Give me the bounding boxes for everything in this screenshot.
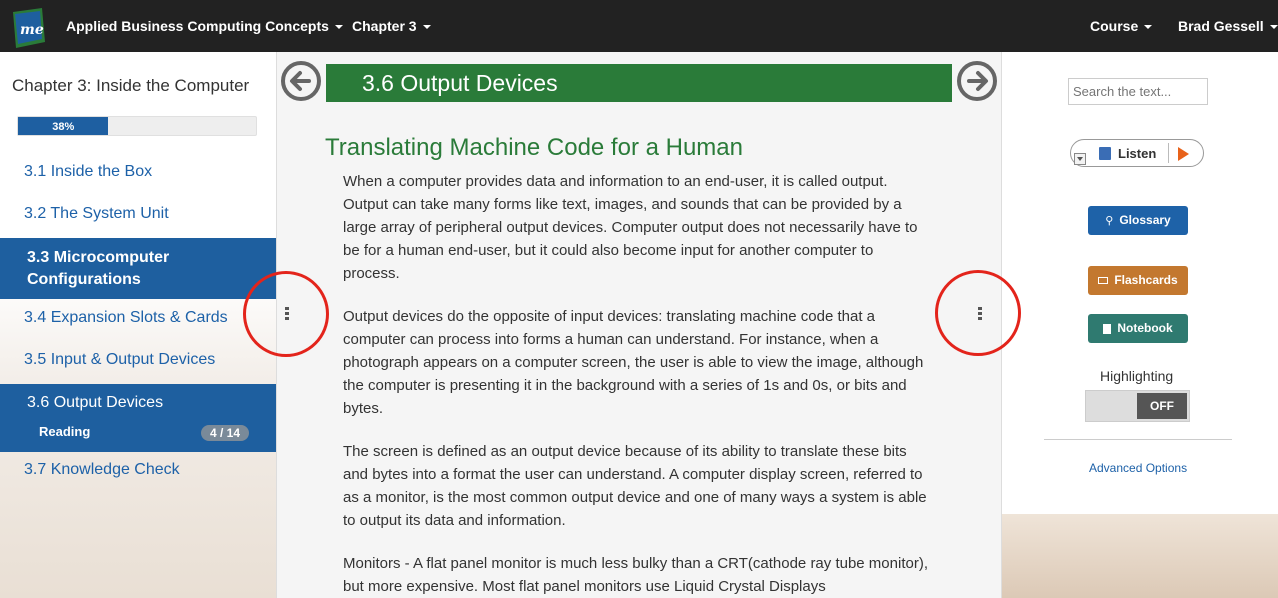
left-panel-resize-handle[interactable] bbox=[285, 307, 289, 322]
user-menu-label: Brad Gessell bbox=[1178, 18, 1264, 34]
notebook-button[interactable]: Notebook bbox=[1088, 314, 1188, 343]
content-paragraph: The screen is defined as an output devic… bbox=[343, 443, 927, 529]
next-page-button[interactable] bbox=[957, 61, 997, 101]
flashcards-label: Flashcards bbox=[1114, 273, 1178, 287]
play-icon[interactable] bbox=[1178, 147, 1189, 161]
content-paragraph: When a computer provides data and inform… bbox=[343, 173, 918, 282]
toc-item-label: 3.2 The System Unit bbox=[24, 205, 169, 222]
top-navbar: me Applied Business Computing Concepts C… bbox=[0, 0, 1278, 52]
course-title-label: Applied Business Computing Concepts bbox=[66, 18, 329, 34]
arrow-right-icon bbox=[967, 71, 988, 91]
chevron-down-icon bbox=[422, 25, 431, 30]
user-menu[interactable]: Brad Gessell bbox=[1178, 0, 1278, 52]
toc-item-label: 3.7 Knowledge Check bbox=[24, 461, 180, 478]
toc-item-3-6-current[interactable]: 3.6 Output Devices Reading 4 / 14 bbox=[0, 384, 276, 452]
logo-text: me bbox=[20, 22, 44, 38]
chevron-down-icon bbox=[334, 25, 343, 30]
listen-label: Listen bbox=[1118, 146, 1157, 161]
chapter-title: Chapter 3: Inside the Computer bbox=[12, 76, 250, 95]
notebook-icon bbox=[1103, 323, 1112, 334]
content-paragraph: Monitors - A flat panel monitor is much … bbox=[343, 555, 928, 595]
chapter-menu-label: Chapter 3 bbox=[352, 18, 417, 34]
app-logo[interactable]: me bbox=[10, 6, 48, 50]
arrow-left-icon bbox=[290, 71, 311, 91]
content-paragraph: Output devices do the opposite of input … bbox=[343, 308, 924, 417]
section-title: 3.6 Output Devices bbox=[326, 64, 952, 102]
chevron-down-icon bbox=[1077, 157, 1083, 161]
listen-control[interactable]: Listen bbox=[1070, 139, 1204, 167]
toc-item-label: 3.6 Output Devices bbox=[27, 394, 164, 411]
toc-item-label: 3.5 Input & Output Devices bbox=[24, 351, 216, 368]
toc-item-3-7[interactable]: 3.7 Knowledge Check bbox=[0, 458, 276, 486]
listen-divider bbox=[1168, 143, 1169, 163]
search-icon: ⚲ bbox=[1105, 215, 1114, 227]
content-subheading: Translating Machine Code for a Human bbox=[325, 134, 743, 161]
toc-item-3-1[interactable]: 3.1 Inside the Box bbox=[0, 160, 276, 188]
glossary-button[interactable]: ⚲ Glossary bbox=[1088, 206, 1188, 235]
listen-options-dropdown[interactable] bbox=[1074, 153, 1086, 165]
toc-item-label: 3.4 Expansion Slots & Cards bbox=[24, 309, 228, 326]
highlighting-state: OFF bbox=[1137, 393, 1187, 419]
chevron-down-icon bbox=[1144, 25, 1153, 30]
toc-sub-label: Reading bbox=[39, 424, 91, 439]
highlighting-label: Highlighting bbox=[1100, 368, 1174, 384]
chapter-progress-bar: 38% bbox=[17, 116, 257, 136]
speaker-icon bbox=[1099, 147, 1111, 160]
flashcard-icon bbox=[1098, 277, 1109, 285]
toc-item-3-4[interactable]: 3.4 Expansion Slots & Cards bbox=[0, 306, 276, 334]
progress-fill: 38% bbox=[18, 117, 109, 135]
highlighting-toggle[interactable]: OFF bbox=[1085, 390, 1190, 422]
search-input[interactable] bbox=[1068, 78, 1208, 105]
course-menu-label: Course bbox=[1090, 18, 1139, 34]
page-count-badge: 4 / 14 bbox=[201, 425, 250, 441]
course-title-menu[interactable]: Applied Business Computing Concepts bbox=[66, 0, 343, 52]
toc-item-3-3[interactable]: 3.3 Microcomputer Configurations bbox=[0, 238, 276, 299]
notebook-label: Notebook bbox=[1117, 321, 1173, 335]
previous-page-button[interactable] bbox=[281, 61, 321, 101]
toc-item-label: 3.1 Inside the Box bbox=[24, 163, 153, 180]
toc-item-3-2[interactable]: 3.2 The System Unit bbox=[0, 202, 276, 230]
toc-item-3-5[interactable]: 3.5 Input & Output Devices bbox=[0, 348, 276, 376]
toc-item-label: 3.3 Microcomputer Configurations bbox=[27, 249, 170, 288]
flashcards-button[interactable]: Flashcards bbox=[1088, 266, 1188, 295]
chevron-down-icon bbox=[1269, 25, 1278, 30]
tools-divider bbox=[1044, 439, 1232, 440]
chapter-menu[interactable]: Chapter 3 bbox=[352, 0, 431, 52]
right-panel-resize-handle[interactable] bbox=[978, 307, 982, 322]
tools-panel-footer-background bbox=[1002, 514, 1278, 598]
course-menu[interactable]: Course bbox=[1090, 0, 1153, 52]
advanced-options-link[interactable]: Advanced Options bbox=[1089, 461, 1187, 475]
glossary-label: Glossary bbox=[1119, 213, 1171, 227]
